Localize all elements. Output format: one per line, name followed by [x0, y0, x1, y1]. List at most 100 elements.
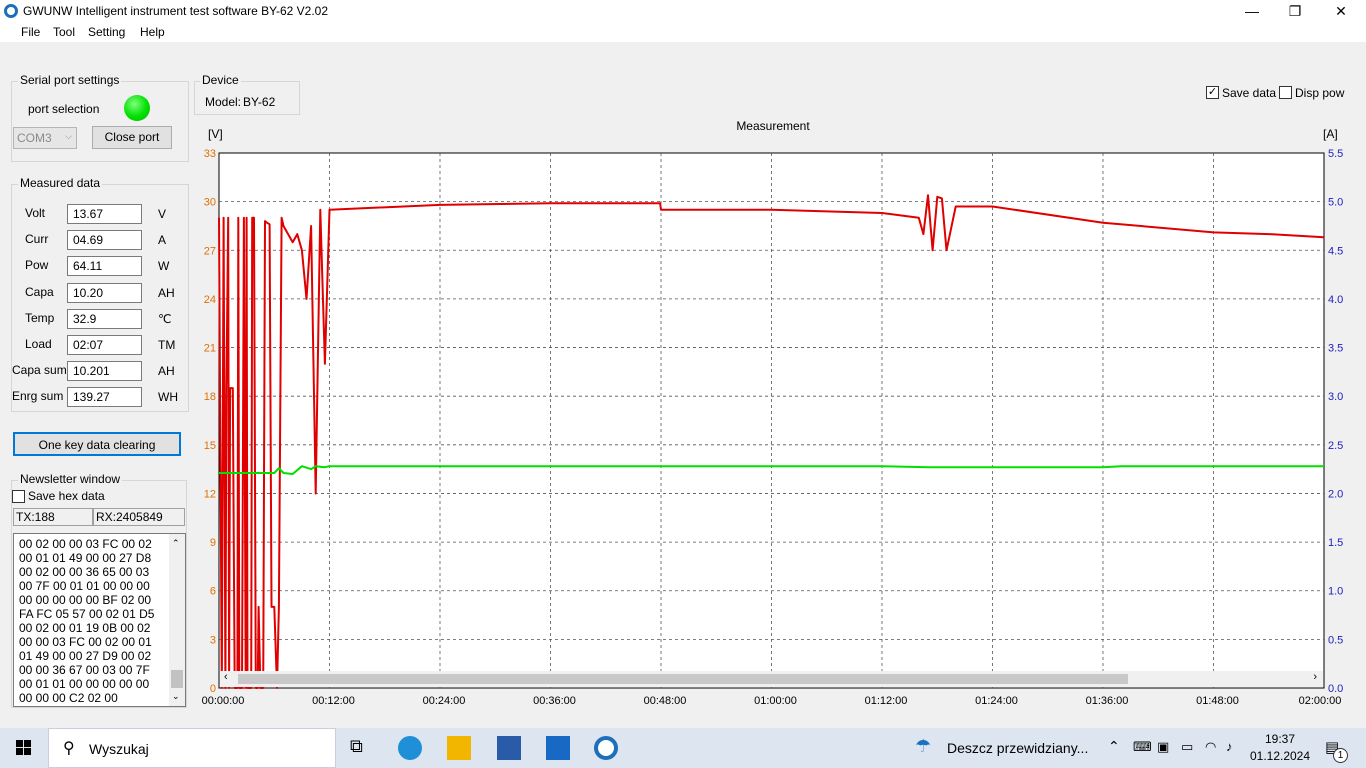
chart-title: Measurement	[736, 119, 810, 133]
volume-icon[interactable]: ♪	[1226, 739, 1233, 754]
left-tick-label: 30	[204, 197, 216, 209]
hex-line: 00 02 00 00 36 65 00 03	[19, 565, 150, 579]
x-tick-label: 00:24:00	[423, 695, 466, 707]
menu-help[interactable]: Help	[140, 25, 165, 39]
hex-line: 00 00 00 00 00 BF 02 00	[19, 593, 152, 607]
right-tick-label: 2.0	[1328, 488, 1343, 500]
scroll-right-icon[interactable]: ›	[1313, 671, 1317, 683]
scroll-down-icon[interactable]: ⌄	[172, 691, 180, 702]
hex-line: 00 00 03 FC 00 02 00 01	[19, 635, 152, 649]
measured-value-field: 139.27	[67, 387, 142, 407]
battery-icon[interactable]: ▭	[1181, 739, 1193, 755]
hex-log[interactable]: 00 02 00 00 03 FC 00 02 00 01 01 49 00 00…	[13, 533, 186, 707]
left-tick-label: 15	[204, 440, 216, 452]
measurement-chart: Measurement [V] [A] 33302724211815129630…	[202, 119, 1344, 707]
weather-icon[interactable]: ☂	[915, 736, 931, 757]
disp-pow-label: Disp pow	[1295, 86, 1345, 100]
left-tick-label: 0	[210, 683, 216, 695]
menu-file[interactable]: File	[21, 25, 40, 39]
save-data-checkbox[interactable]: ✓	[1206, 86, 1219, 99]
hex-line: 00 01 01 00 00 00 00 00	[19, 677, 150, 691]
rx-counter: RX:2405849	[93, 508, 185, 526]
hex-log-scrollbar[interactable]: ⌃ ⌄	[169, 534, 185, 706]
measured-data-title: Measured data	[18, 176, 103, 190]
measured-label: Enrg sum	[12, 389, 64, 403]
newsletter-title: Newsletter window	[18, 472, 123, 486]
left-axis-label: [V]	[208, 127, 223, 141]
right-axis-label: [A]	[1323, 127, 1338, 141]
current-series-line	[219, 465, 1324, 475]
measured-unit: AH	[158, 364, 175, 378]
left-tick-label: 9	[210, 537, 216, 549]
task-view-icon[interactable]: ⧉	[350, 736, 374, 760]
measured-value-field: 32.9	[67, 309, 142, 329]
scroll-up-icon[interactable]: ⌃	[172, 538, 180, 549]
minimize-button[interactable]: —	[1229, 0, 1275, 23]
x-tick-label: 02:00:00	[1299, 695, 1342, 707]
left-tick-label: 6	[210, 586, 216, 598]
weather-text[interactable]: Deszcz przewidziany...	[947, 740, 1088, 756]
chevron-down-icon: ⌵	[65, 131, 72, 141]
clock-time[interactable]: 19:37	[1253, 732, 1307, 746]
search-placeholder: Wyszukaj	[89, 741, 149, 757]
measured-unit: AH	[158, 286, 175, 300]
taskbar-search-box[interactable]: ⚲ Wyszukaj	[48, 728, 336, 768]
one-key-data-clearing-button[interactable]: One key data clearing	[13, 432, 181, 456]
meet-now-icon[interactable]: ⌨	[1133, 739, 1152, 755]
window-title: GWUNW Intelligent instrument test softwa…	[23, 4, 329, 18]
close-button[interactable]: ✕	[1318, 0, 1364, 23]
hex-line: 00 02 00 00 03 FC 00 02	[19, 537, 152, 551]
com-port-select[interactable]: COM3 ⌵	[13, 127, 77, 149]
chart-hscrollbar[interactable]: ‹ ›	[220, 671, 1323, 687]
edge-browser-icon[interactable]	[398, 736, 422, 760]
chart-ticks: 333027242118151296305.55.04.54.03.53.02.…	[202, 148, 1344, 707]
right-tick-label: 0.5	[1328, 634, 1343, 646]
x-tick-label: 01:48:00	[1196, 695, 1239, 707]
left-tick-label: 3	[210, 634, 216, 646]
measured-label: Load	[25, 337, 52, 351]
scroll-left-icon[interactable]: ‹	[224, 671, 228, 683]
save-hex-label: Save hex data	[28, 489, 105, 503]
wifi-icon[interactable]: ◠	[1205, 739, 1216, 755]
right-tick-label: 2.5	[1328, 440, 1343, 452]
left-tick-label: 12	[204, 488, 216, 500]
right-tick-label: 3.5	[1328, 343, 1343, 355]
left-tick-label: 18	[204, 391, 216, 403]
close-port-button[interactable]: Close port	[92, 126, 172, 149]
chart-series	[218, 194, 1325, 689]
menu-setting[interactable]: Setting	[88, 25, 125, 39]
chart-scroll-thumb[interactable]	[238, 674, 1128, 684]
menu-bar: File Tool Setting Help	[0, 23, 1366, 42]
save-hex-checkbox[interactable]	[12, 490, 25, 503]
clock-date[interactable]: 01.12.2024	[1247, 749, 1313, 763]
port-status-indicator	[124, 95, 150, 121]
camera-icon[interactable]: ▣	[1157, 739, 1169, 755]
measured-label: Temp	[25, 311, 55, 325]
tx-counter: TX:188	[13, 508, 93, 526]
right-tick-label: 3.0	[1328, 391, 1343, 403]
measured-unit: ℃	[158, 312, 172, 326]
maximize-button[interactable]: ❐	[1272, 0, 1318, 23]
file-explorer-icon[interactable]	[447, 736, 471, 760]
left-tick-label: 21	[204, 343, 216, 355]
search-icon: ⚲	[63, 740, 75, 757]
disp-pow-checkbox[interactable]	[1279, 86, 1292, 99]
mail-icon[interactable]	[546, 736, 570, 760]
chevron-up-icon[interactable]: ⌃	[1108, 738, 1120, 755]
measured-unit: WH	[158, 390, 178, 404]
x-tick-label: 00:36:00	[533, 695, 576, 707]
plot-area	[218, 152, 1325, 689]
store-icon[interactable]	[497, 736, 521, 760]
right-tick-label: 5.5	[1328, 148, 1343, 160]
left-tick-label: 27	[204, 245, 216, 257]
windows-start-icon[interactable]	[16, 740, 32, 756]
menu-tool[interactable]: Tool	[53, 25, 75, 39]
left-tick-label: 33	[204, 148, 216, 160]
app-icon	[4, 4, 18, 18]
measured-label: Curr	[25, 232, 49, 246]
x-tick-label: 01:36:00	[1086, 695, 1129, 707]
gwunw-app-taskbar-icon[interactable]	[594, 736, 618, 760]
scroll-thumb[interactable]	[171, 670, 183, 688]
measured-label: Capa sum	[12, 363, 67, 377]
save-data-label: Save data	[1222, 86, 1277, 100]
